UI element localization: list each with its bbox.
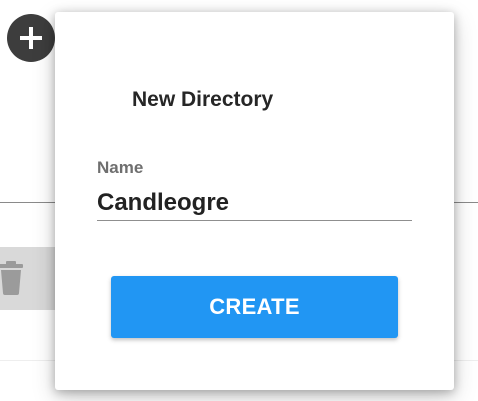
new-directory-dialog: New Directory Name CREATE [55, 12, 454, 390]
delete-button[interactable] [0, 247, 62, 310]
dialog-title: New Directory [132, 88, 274, 111]
plus-icon [20, 27, 42, 49]
trash-icon [0, 261, 23, 295]
add-button[interactable] [7, 14, 55, 62]
name-input[interactable] [97, 186, 412, 221]
create-button[interactable]: CREATE [111, 276, 398, 338]
name-field-label: Name [97, 158, 144, 177]
